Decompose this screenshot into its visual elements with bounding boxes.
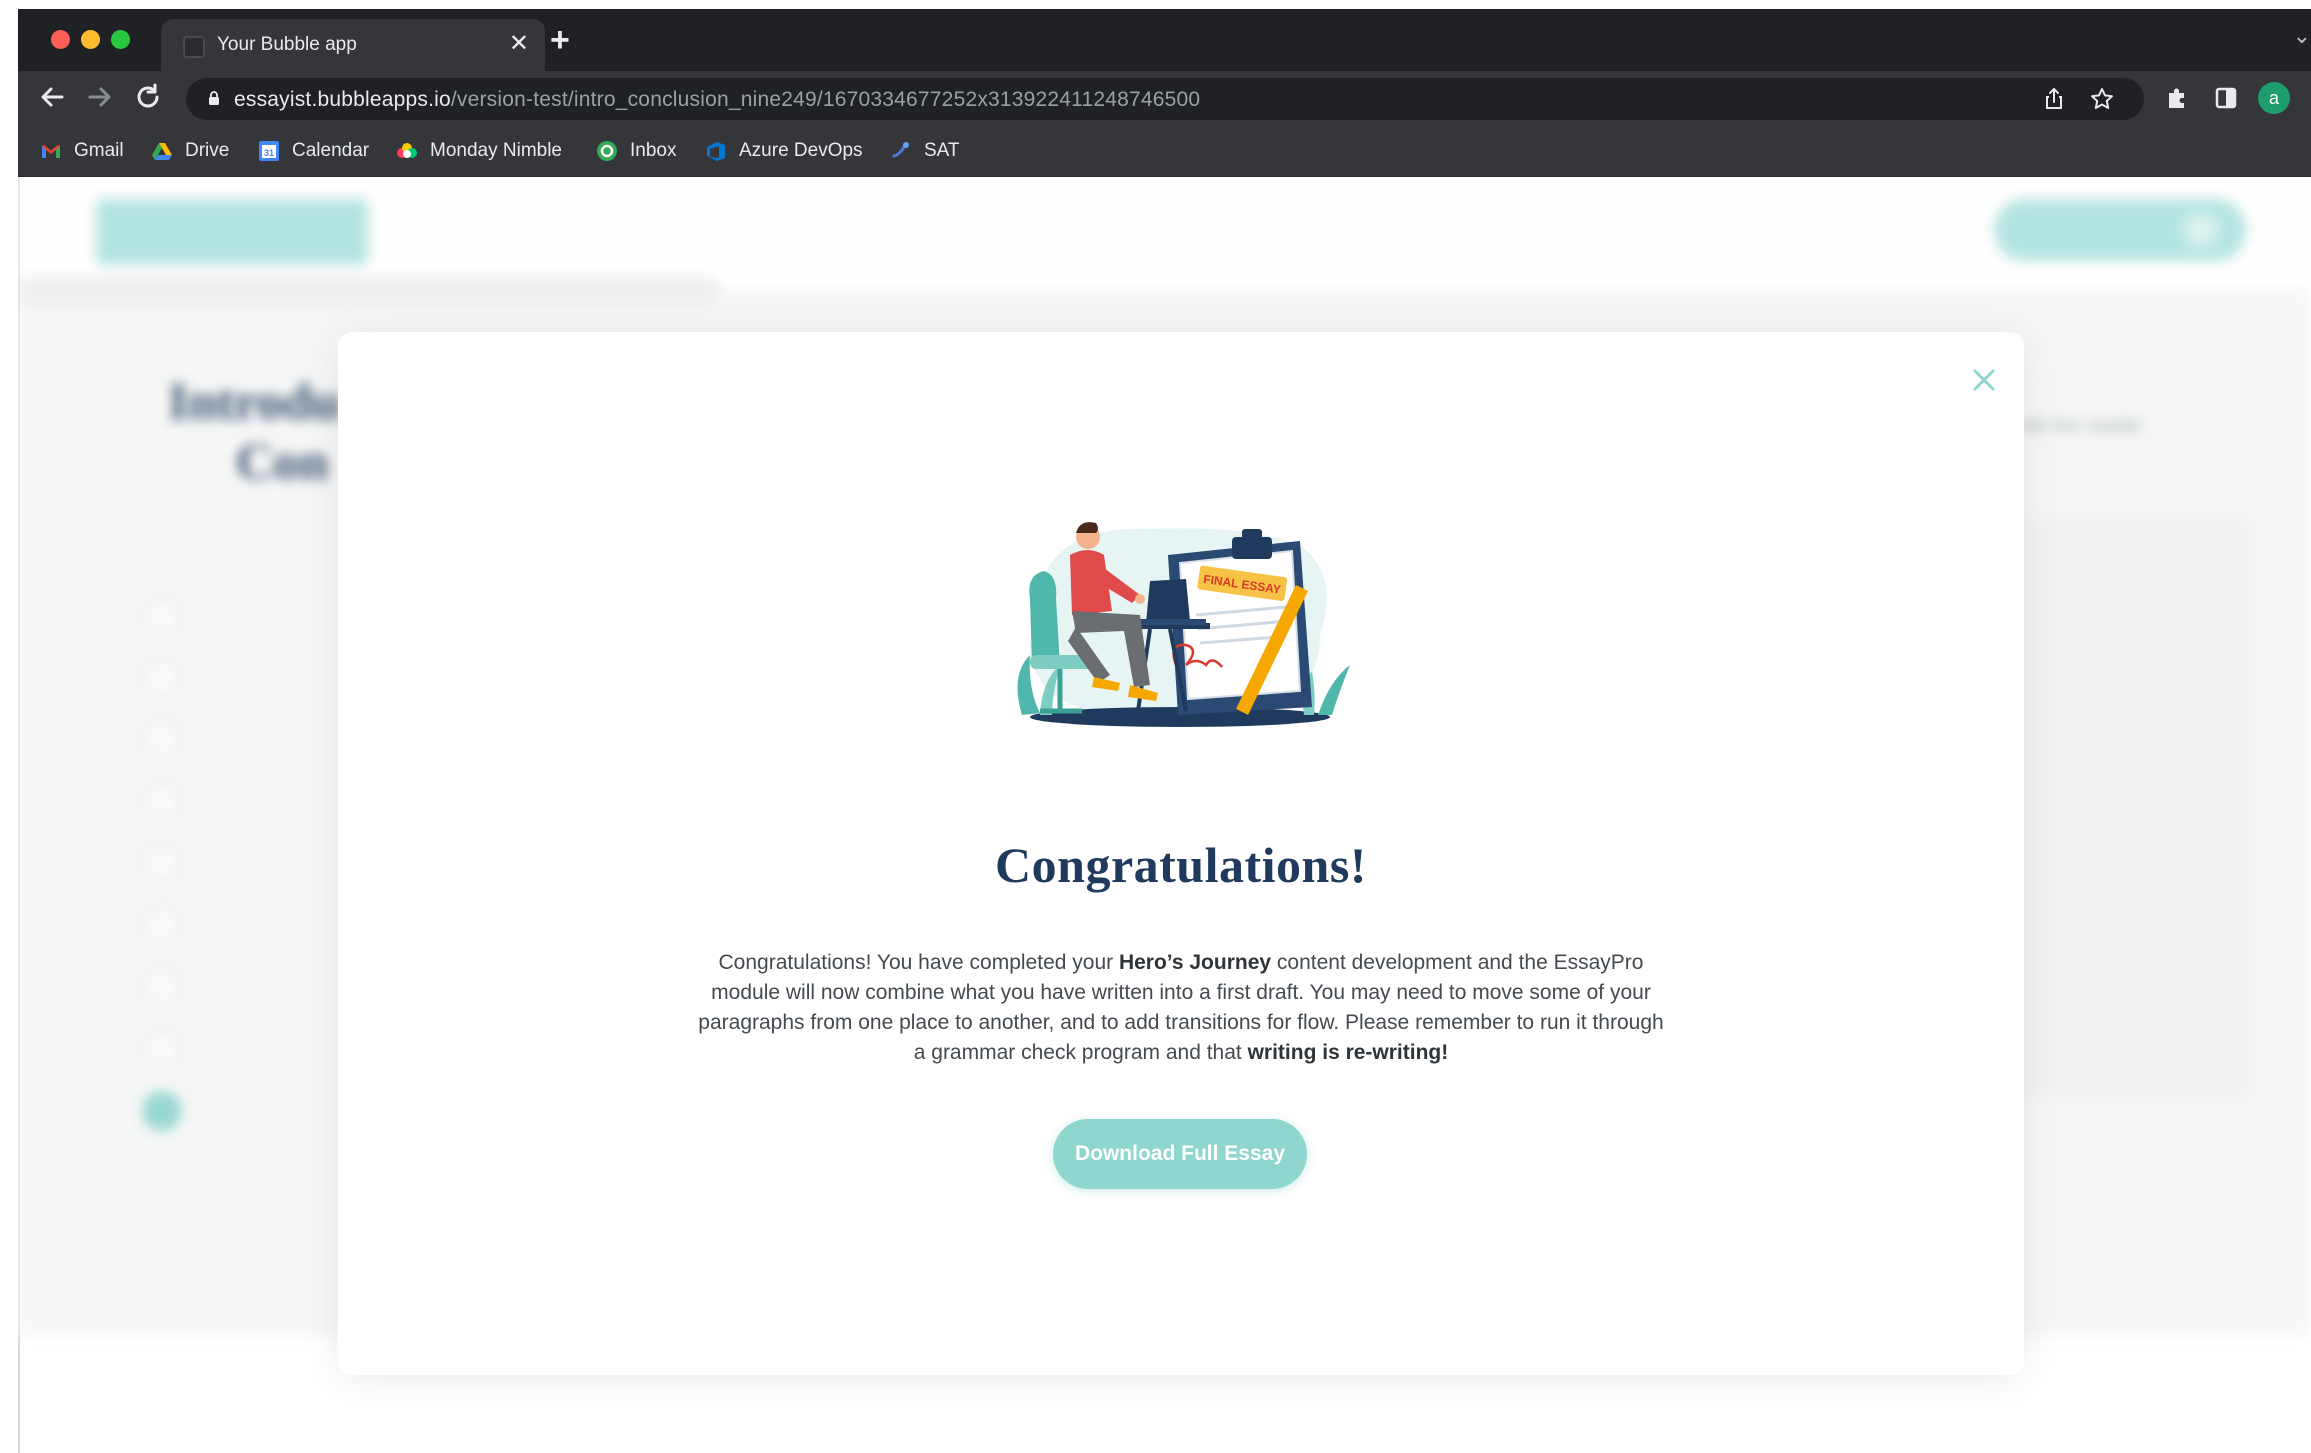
download-full-essay-button[interactable]: Download Full Essay — [1053, 1119, 1307, 1189]
browser-toolbar: essayist.bubbleapps.io/version-test/intr… — [18, 71, 2311, 125]
bookmark-gmail[interactable]: Gmail — [40, 138, 124, 164]
sat-icon — [890, 140, 912, 162]
browser-chrome: Your Bubble app ✕ + ⌄ essayist.bubbleapp… — [18, 9, 2311, 177]
calendar-icon: 31 — [258, 140, 280, 162]
background-header — [18, 177, 2311, 277]
background-band — [18, 277, 718, 307]
svg-text:31: 31 — [264, 148, 274, 158]
bookmark-sat[interactable]: SAT — [890, 138, 960, 164]
browser-tab[interactable]: Your Bubble app ✕ — [161, 19, 545, 71]
tab-title: Your Bubble app — [217, 34, 357, 55]
bookmarks-bar: Gmail Drive 31 Calendar Monday Nimble In… — [18, 125, 2311, 177]
more-menu-icon[interactable]: ⋮ — [2306, 80, 2311, 116]
window-minimize-button[interactable] — [81, 30, 100, 49]
new-tab-button[interactable]: + — [550, 23, 570, 57]
monday-icon — [396, 140, 418, 162]
tab-close-icon[interactable]: ✕ — [509, 29, 529, 59]
background-right-text: rab the reader — [2018, 415, 2144, 437]
side-panel-icon[interactable] — [2208, 80, 2244, 116]
window-close-button[interactable] — [51, 30, 70, 49]
tab-search-icon[interactable]: ⌄ — [2293, 23, 2311, 49]
background-profile-button — [1994, 199, 2246, 261]
extensions-puzzle-icon[interactable] — [2159, 80, 2195, 116]
web-page: Introdu Con rab the reader FINAL ESSAY C… — [18, 177, 2311, 1453]
forward-icon[interactable] — [82, 79, 118, 115]
bookmark-star-icon[interactable] — [2088, 85, 2116, 113]
inbox-icon — [596, 140, 618, 162]
close-icon[interactable] — [1964, 360, 2004, 400]
profile-avatar[interactable]: a — [2258, 82, 2290, 114]
bubble-favicon-icon — [183, 36, 205, 58]
bookmark-drive[interactable]: Drive — [151, 138, 229, 164]
gmail-icon — [40, 140, 62, 162]
share-icon[interactable] — [2040, 85, 2068, 113]
heros-journey-emphasis: Hero’s Journey — [1118, 951, 1272, 974]
bookmark-monday-nimble[interactable]: Monday Nimble — [396, 138, 562, 164]
modal-title: Congratulations! — [995, 837, 1367, 893]
final-essay-illustration: FINAL ESSAY — [1017, 522, 1350, 727]
address-bar[interactable]: essayist.bubbleapps.io/version-test/intr… — [186, 78, 2144, 120]
bookmark-inbox[interactable]: Inbox — [596, 138, 676, 164]
bookmark-calendar[interactable]: 31 Calendar — [258, 138, 369, 164]
bookmark-azure-devops[interactable]: Azure DevOps — [705, 138, 863, 164]
window-zoom-button[interactable] — [111, 30, 130, 49]
tab-bar: Your Bubble app ✕ + ⌄ — [18, 9, 2311, 71]
reload-icon[interactable] — [130, 79, 166, 115]
url-text[interactable]: essayist.bubbleapps.io/version-test/intr… — [234, 88, 1200, 112]
back-icon[interactable] — [34, 79, 70, 115]
rewriting-emphasis: writing is re-writing! — [1247, 1041, 1449, 1064]
drive-icon — [151, 140, 173, 162]
background-logo — [96, 199, 368, 265]
modal-message: Congratulations! You have completed your… — [698, 951, 1664, 1064]
background-page-title: Introdu Con — [168, 374, 341, 491]
congratulations-modal: FINAL ESSAY Congratulations! Congratulat… — [338, 332, 2024, 1375]
azure-devops-icon — [705, 140, 727, 162]
background-editor-panel — [2008, 517, 2248, 1097]
lock-icon — [209, 91, 219, 105]
